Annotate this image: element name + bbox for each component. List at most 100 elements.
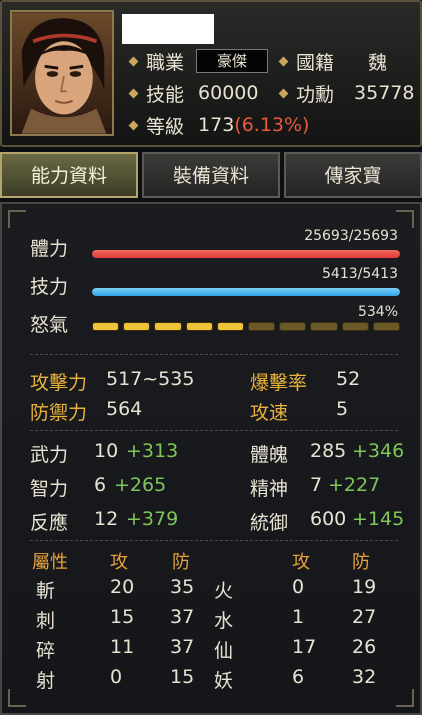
skill-label: 技能 <box>146 83 185 106</box>
element-name: 碎 <box>36 640 56 662</box>
attr-bonus: +145 <box>352 508 405 530</box>
element-name: 刺 <box>36 610 56 632</box>
element-header-atk: 攻 <box>292 552 310 573</box>
rage-segment <box>92 322 120 331</box>
hp-bar <box>92 250 400 258</box>
diamond-bullet-icon <box>128 88 139 98</box>
element-def: 15 <box>170 666 195 688</box>
rage-segment <box>185 322 213 331</box>
element-atk: 17 <box>292 636 317 658</box>
element-name: 斬 <box>36 580 56 602</box>
attr-bonus: +313 <box>126 440 179 462</box>
tab-equipment-info[interactable]: 裝備資料 <box>142 152 280 198</box>
attr-label: 體魄 <box>250 444 289 466</box>
rage-bar <box>92 322 400 332</box>
diamond-bullet-icon <box>128 56 139 66</box>
corner-ornament <box>8 210 26 228</box>
character-header: 職業 豪傑 國籍 魏 技能 60000 功勳 35778 等級 173 (6.1… <box>0 0 422 147</box>
tab-ability-info[interactable]: 能力資料 <box>0 152 138 198</box>
rage-segment <box>341 322 369 331</box>
attack-label: 攻擊力 <box>30 372 88 394</box>
merit-label: 功勳 <box>296 83 335 106</box>
skill-row: 技能 60000 <box>128 78 258 108</box>
crit-label: 爆擊率 <box>250 372 308 394</box>
mp-bar-fill <box>92 288 400 296</box>
diamond-bullet-icon <box>128 120 139 130</box>
attr-label: 精神 <box>250 478 289 500</box>
hp-value: 25693/25693 <box>304 228 398 244</box>
divider <box>30 354 398 355</box>
crit-value: 52 <box>336 368 361 390</box>
mp-bar <box>92 288 400 296</box>
mp-value: 5413/5413 <box>322 266 398 282</box>
element-atk: 1 <box>292 606 305 628</box>
attr-bonus: +227 <box>328 474 381 496</box>
element-def: 35 <box>170 576 195 598</box>
portrait-image <box>12 12 112 134</box>
mp-label: 技力 <box>30 276 69 298</box>
element-name: 射 <box>36 670 56 692</box>
level-label: 等級 <box>146 115 185 138</box>
attr-base: 12 <box>94 508 119 530</box>
attr-label: 反應 <box>30 512 69 534</box>
attr-base: 285 <box>310 440 347 462</box>
diamond-bullet-icon <box>278 88 289 98</box>
element-def: 37 <box>170 636 195 658</box>
ability-panel: 體力 25693/25693 技力 5413/5413 怒氣 534% 攻擊力 … <box>0 202 422 715</box>
attr-bonus: +379 <box>126 508 179 530</box>
element-def: 37 <box>170 606 195 628</box>
element-atk: 20 <box>110 576 135 598</box>
rage-segment <box>248 322 276 331</box>
attr-base: 7 <box>310 474 323 496</box>
tab-heirloom[interactable]: 傳家寶 <box>284 152 422 198</box>
element-name: 仙 <box>214 640 234 662</box>
element-atk: 0 <box>110 666 123 688</box>
rage-segment <box>216 322 244 331</box>
corner-ornament <box>396 210 414 228</box>
rage-segment <box>123 322 151 331</box>
attr-label: 智力 <box>30 478 69 500</box>
speed-label: 攻速 <box>250 402 289 424</box>
attack-value: 517~535 <box>106 368 195 390</box>
nation-label: 國籍 <box>296 51 335 74</box>
nation-value: 魏 <box>368 51 388 74</box>
hp-label: 體力 <box>30 238 69 260</box>
diamond-bullet-icon <box>278 56 289 66</box>
attr-label: 武力 <box>30 444 69 466</box>
tab-bar: 能力資料 裝備資料 傳家寶 <box>0 152 422 198</box>
attr-base: 10 <box>94 440 119 462</box>
merit-value: 35778 <box>354 82 415 104</box>
element-header-attr: 屬性 <box>32 552 68 573</box>
defense-value: 564 <box>106 398 143 420</box>
rage-segment <box>372 322 400 331</box>
speed-value: 5 <box>336 398 349 420</box>
job-row: 職業 豪傑 <box>128 46 269 76</box>
nation-row: 國籍 魏 <box>278 46 388 76</box>
level-value: 173 <box>198 114 235 136</box>
defense-label: 防禦力 <box>30 402 88 424</box>
attr-base: 600 <box>310 508 347 530</box>
element-atk: 6 <box>292 666 305 688</box>
attr-base: 6 <box>94 474 107 496</box>
element-atk: 11 <box>110 636 135 658</box>
element-header-def: 防 <box>172 552 190 573</box>
rage-value: 534% <box>357 304 398 320</box>
rage-segment <box>154 322 182 331</box>
corner-ornament <box>396 689 414 707</box>
element-def: 26 <box>352 636 377 658</box>
element-atk: 15 <box>110 606 135 628</box>
divider <box>30 540 398 541</box>
job-label: 職業 <box>146 51 185 74</box>
rage-segment <box>279 322 307 331</box>
rage-segment <box>310 322 338 331</box>
attr-bonus: +346 <box>352 440 405 462</box>
job-badge: 豪傑 <box>196 49 269 73</box>
element-header-atk: 攻 <box>110 552 128 573</box>
corner-ornament <box>8 689 26 707</box>
rage-label: 怒氣 <box>30 314 69 336</box>
level-percent: (6.13%) <box>234 114 310 136</box>
element-name: 妖 <box>214 670 234 692</box>
divider <box>30 430 398 431</box>
character-name-box <box>122 14 214 44</box>
attr-bonus: +265 <box>114 474 167 496</box>
